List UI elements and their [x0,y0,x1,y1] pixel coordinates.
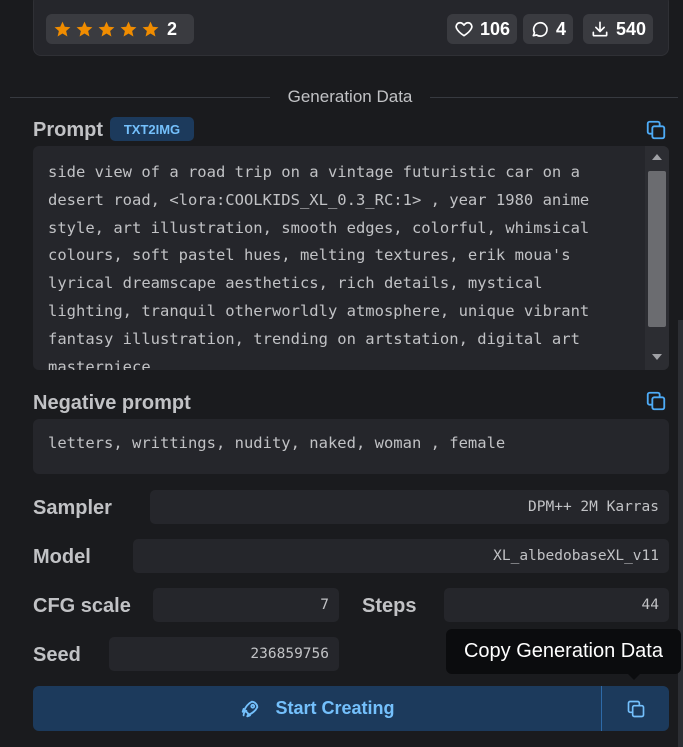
steps-value: 44 [444,588,669,622]
heart-icon [455,21,473,37]
scroll-up-icon[interactable] [652,154,662,160]
prompt-line: lyrical dreamscape aesthetics, rich deta… [48,274,543,293]
seed-value: 236859756 [109,637,339,671]
prompt-line: style, art illustration, smooth edges, c… [48,218,590,237]
prompt-scrollbar[interactable] [645,146,669,370]
sampler-label: Sampler [33,497,112,519]
copy-generation-data-tooltip: Copy Generation Data [446,629,681,674]
prompt-text: side view of a road trip on a vintage fu… [48,159,633,370]
star-icon [120,21,137,37]
rating-count: 2 [167,18,178,39]
section-divider-label: Generation Data [287,87,413,106]
start-creating-label: Start Creating [275,698,395,718]
stats-card: 2 106 4 540 [33,0,669,56]
star-icon [76,21,93,37]
prompt-line: fantasy illustration, trending on artsta… [48,329,580,348]
model-value: XL_albedobaseXL_v11 [133,539,669,573]
model-label: Model [33,546,91,568]
rocket-icon [242,700,259,717]
downloads-count: 540 [616,18,647,39]
download-icon [592,21,608,37]
star-icon [142,21,159,37]
prompt-textbox[interactable]: side view of a road trip on a vintage fu… [33,146,669,370]
cfg-scale-label: CFG scale [33,595,131,617]
seed-label: Seed [33,644,81,666]
prompt-title: Prompt [33,119,103,141]
steps-label: Steps [362,595,417,617]
star-icon [54,21,71,37]
sampler-value: DPM++ 2M Karras [150,490,669,524]
page-scrollbar[interactable] [678,320,683,747]
likes-count: 106 [480,18,511,39]
prompt-line: desert road, <lora:COOLKIDS_XL_0.3_RC:1>… [48,190,590,209]
copy-icon [627,700,644,717]
action-bar: Start Creating [33,686,669,731]
generation-data-panel: 2 106 4 540 Generation Data Prompt TXT2I… [0,0,683,747]
comments-count: 4 [556,18,567,39]
start-creating-button[interactable]: Start Creating [33,686,601,731]
likes-stat[interactable]: 106 [447,14,518,44]
copy-generation-data-button[interactable] [602,686,669,731]
cfg-scale-value: 7 [153,588,339,622]
scroll-down-icon[interactable] [652,354,662,360]
downloads-stat[interactable]: 540 [583,14,654,44]
comments-stat[interactable]: 4 [523,14,574,44]
copy-prompt-icon[interactable] [645,119,667,141]
copy-negative-prompt-icon[interactable] [645,390,667,412]
divider-right [430,97,678,98]
prompt-line: masterpiece [48,357,151,370]
divider-left [10,97,270,98]
tooltip-arrow [628,674,640,680]
prompt-line: colours, soft pastel hues, melting textu… [48,246,571,265]
star-icon [98,21,115,37]
comment-icon [532,21,548,37]
rating-badge[interactable]: 2 [46,14,194,44]
prompt-type-badge: TXT2IMG [110,117,194,141]
negative-prompt-title: Negative prompt [33,392,191,414]
negative-prompt-textbox[interactable]: letters, writtings, nudity, naked, woman… [33,419,669,474]
scrollbar-thumb[interactable] [648,171,666,327]
prompt-line: lighting, tranquil otherworldly atmosphe… [48,301,590,320]
prompt-line: side view of a road trip on a vintage fu… [48,163,580,181]
negative-prompt-text: letters, writtings, nudity, naked, woman… [48,434,506,452]
